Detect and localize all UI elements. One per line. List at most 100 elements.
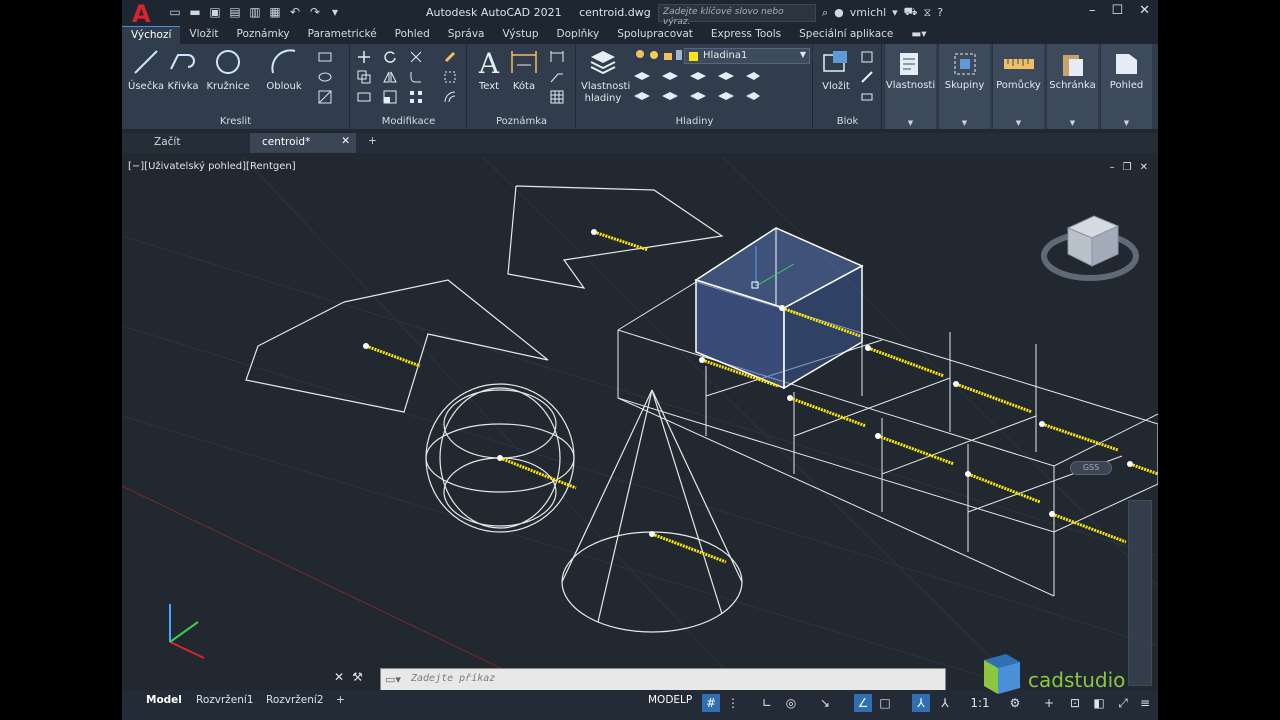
layer-properties-button[interactable]: Vlastnosti hladiny [581, 47, 630, 105]
copy-icon[interactable] [357, 70, 371, 84]
tab-doplnky[interactable]: Doplňky [548, 26, 609, 44]
polygon-arrow[interactable] [245, 279, 549, 413]
panel-title-modifikace[interactable]: Modifikace [351, 116, 466, 127]
polar-icon[interactable]: ◎ [782, 694, 800, 712]
ortho-icon[interactable]: ∟ [758, 694, 776, 712]
wcs-menu[interactable]: GSS [1070, 461, 1112, 475]
user-icon[interactable]: ● [834, 6, 844, 19]
groups-panel-button[interactable]: Skupiny ▼ [938, 44, 990, 129]
maximize-icon[interactable]: ☐ [1111, 3, 1123, 18]
panel-title-hladiny[interactable]: Hladiny [577, 116, 812, 127]
array-icon[interactable] [409, 90, 423, 104]
snap-icon[interactable]: ⋮ [724, 694, 742, 712]
auto-scale-icon[interactable]: ⅄ [936, 694, 954, 712]
panel-title-blok[interactable]: Blok [814, 116, 881, 127]
exchange-icon[interactable]: ⧖ [924, 6, 932, 20]
viewcube[interactable] [1041, 215, 1139, 281]
fillet-icon[interactable] [409, 70, 423, 84]
annotation-visibility-icon[interactable]: ⅄ [912, 694, 930, 712]
ribbon-options-icon[interactable]: ▬▾ [902, 26, 935, 44]
close-icon[interactable]: ✕ [1139, 3, 1150, 18]
insert-block-button[interactable]: Vložit [818, 47, 854, 93]
add-layout-icon[interactable]: + [328, 692, 353, 710]
edit-block-icon[interactable] [860, 70, 874, 84]
layer-state-icons[interactable] [634, 48, 684, 64]
save-icon[interactable]: ▣ [208, 5, 222, 19]
text-button[interactable]: A Text [474, 47, 504, 93]
tab-pohled[interactable]: Pohled [386, 26, 439, 44]
close-icon[interactable]: ✕ [334, 670, 344, 684]
redo-icon[interactable]: ↷ [308, 5, 322, 19]
plot-icon[interactable]: ▦ [268, 5, 282, 19]
panel-title-poznamka[interactable]: Poznámka [468, 116, 575, 127]
tab-parametricke[interactable]: Parametrické [299, 26, 386, 44]
tab-vlozit[interactable]: Vložit [180, 26, 227, 44]
autocad-logo-icon[interactable]: A [132, 2, 154, 26]
dimension-button[interactable]: Kóta [508, 47, 540, 93]
minimize-icon[interactable]: – [1110, 162, 1115, 173]
polygon-top[interactable] [507, 185, 724, 289]
explode-icon[interactable] [443, 70, 457, 84]
layer-dropdown[interactable]: Hladina1 ▼ [684, 48, 810, 64]
erase-icon[interactable] [443, 50, 457, 64]
customize-menu-icon[interactable]: ≡ [1136, 694, 1154, 712]
rectangle-icon[interactable] [318, 50, 332, 64]
command-input[interactable]: Zadejte příkaz [411, 673, 495, 684]
help-icon[interactable]: ? [937, 6, 943, 19]
new-tab-icon[interactable]: + [362, 133, 386, 153]
search-icon[interactable]: ⌕ [822, 6, 828, 20]
tab-specialni-aplikace[interactable]: Speciální aplikace [790, 26, 902, 44]
command-history-icon[interactable]: ▭▾ [385, 673, 401, 686]
chevron-down-icon[interactable]: ▾ [892, 6, 898, 19]
open-icon[interactable]: ▬ [188, 5, 202, 19]
model-space-toggle[interactable]: MODELP [648, 694, 692, 706]
grid-icon[interactable]: # [702, 694, 720, 712]
navigation-bar[interactable] [1128, 500, 1152, 686]
view-panel-button[interactable]: Pohled ▼ [1100, 44, 1152, 129]
tab-poznamky[interactable]: Poznámky [227, 26, 298, 44]
circle-button[interactable]: Kružnice [206, 47, 250, 93]
close-icon[interactable]: ✕ [341, 135, 350, 147]
trim-icon[interactable] [409, 50, 423, 64]
tab-spolupracovat[interactable]: Spolupracovat [608, 26, 702, 44]
arc-button[interactable]: Oblouk [262, 47, 306, 93]
close-icon[interactable]: ✕ [1140, 162, 1148, 173]
minimize-icon[interactable]: – [1089, 3, 1096, 18]
leader-icon[interactable] [550, 70, 564, 84]
save-as-icon[interactable]: ▤ [228, 5, 242, 19]
tab-start[interactable]: Začít [126, 133, 230, 153]
tab-vystup[interactable]: Výstup [493, 26, 547, 44]
layer-tools-icons[interactable] [632, 70, 762, 108]
drawing-area[interactable]: GSS [122, 156, 1158, 688]
model-space-canvas[interactable] [122, 156, 1158, 688]
search-input[interactable]: Zadejte klíčové slovo nebo výraz. [658, 4, 816, 27]
undo-icon[interactable]: ↶ [288, 5, 302, 19]
osnap-tracking-icon[interactable]: ∠ [854, 694, 872, 712]
osnap-icon[interactable]: □ [876, 694, 894, 712]
hatch-icon[interactable] [318, 90, 332, 104]
move-icon[interactable] [357, 50, 371, 64]
attribute-icon[interactable] [860, 90, 874, 104]
rotate-icon[interactable] [383, 50, 397, 64]
new-icon[interactable]: ▭ [168, 5, 182, 19]
tab-vychozi[interactable]: Výchozí [122, 26, 181, 44]
viewport-controls-label[interactable]: [−][Uživatelský pohled][Rentgen] [128, 161, 296, 172]
utilities-panel-button[interactable]: Pomůcky ▼ [992, 44, 1044, 129]
panel-title-kreslit[interactable]: Kreslit [122, 116, 349, 127]
stretch-icon[interactable] [357, 90, 371, 104]
wrench-icon[interactable]: ⚒ [352, 670, 363, 684]
line-button[interactable]: Úsečka [128, 47, 164, 93]
properties-panel-button[interactable]: Vlastnosti ▼ [884, 44, 936, 129]
tab-layout2[interactable]: Rozvržení2 [258, 692, 332, 710]
isodraft-icon[interactable]: ↘ [816, 694, 834, 712]
create-block-icon[interactable] [860, 50, 874, 64]
publish-icon[interactable]: ▥ [248, 5, 262, 19]
table-icon[interactable] [550, 90, 564, 104]
mirror-icon[interactable] [383, 70, 397, 84]
tab-sprava[interactable]: Správa [439, 26, 494, 44]
clipboard-panel-button[interactable]: Schránka ▼ [1046, 44, 1098, 129]
tab-express-tools[interactable]: Express Tools [702, 26, 790, 44]
polyline-button[interactable]: Křivka [166, 47, 200, 93]
user-name[interactable]: vmichl [850, 6, 886, 19]
linear-dim-icon[interactable] [550, 50, 564, 64]
